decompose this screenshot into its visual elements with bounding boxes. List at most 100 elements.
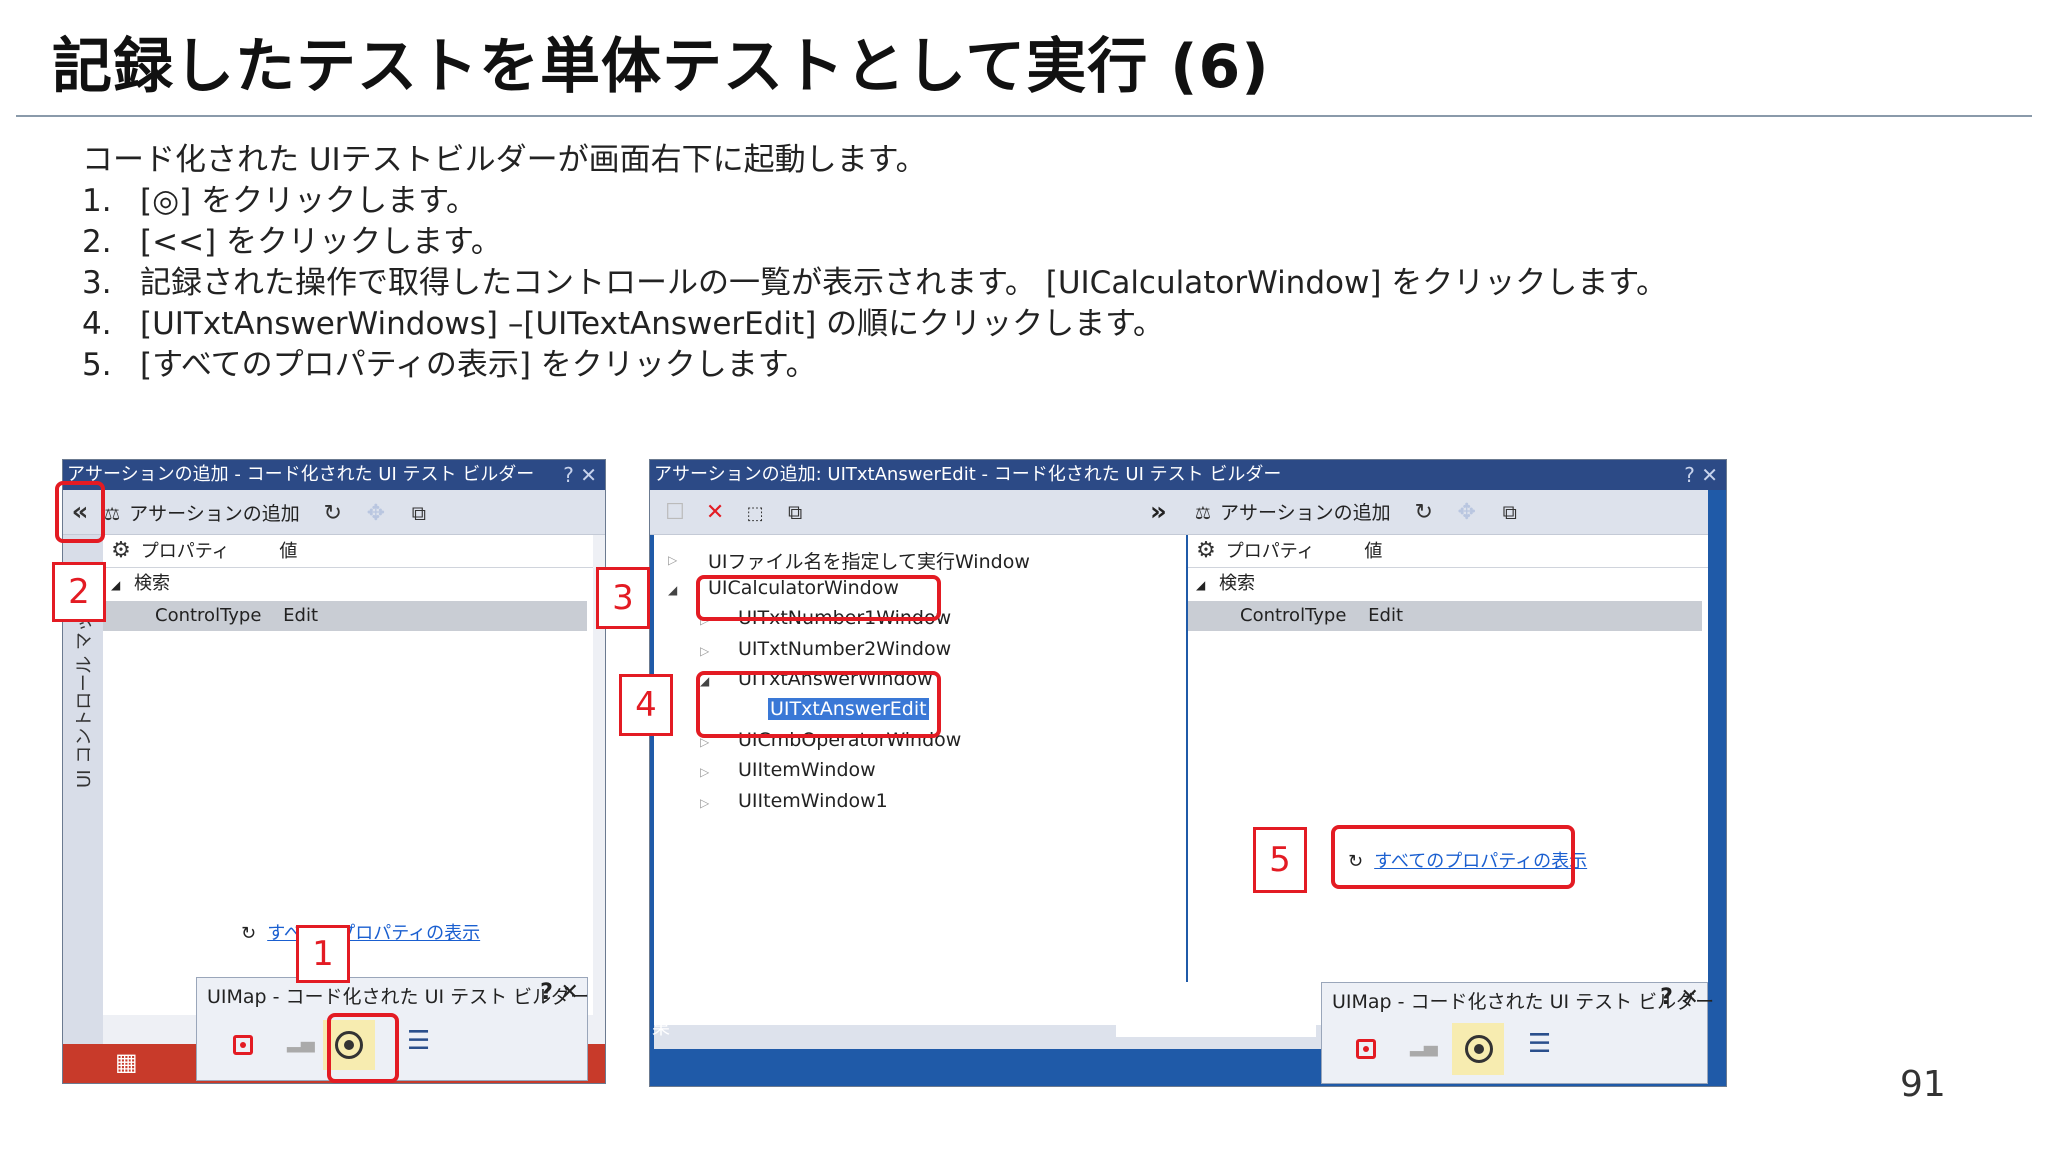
callout-3: 3: [596, 567, 650, 629]
record-icon[interactable]: [1356, 1039, 1376, 1059]
step-number: 3.: [82, 265, 112, 301]
intro-text: コード化された UIテストビルダーが画面右下に起動します。: [82, 142, 927, 178]
target-icon[interactable]: [1465, 1035, 1493, 1063]
right-property-grid: ⚙ プロパティ 値 ◢ 検索 ControlType Edit ↻ すべてのプロ…: [1188, 535, 1708, 1025]
expand-triangle-icon[interactable]: ▷: [700, 765, 709, 779]
move-icon[interactable]: ✥: [356, 492, 396, 536]
step-item: 1. [◎] をクリックします。: [82, 181, 1667, 222]
right-window-title: アサーションの追加: UITxtAnswerEdit - コード化された UI …: [654, 464, 1282, 485]
copy-icon[interactable]: ⧉: [778, 490, 812, 534]
step-item: 2. [<<] をクリックします。: [82, 222, 1667, 263]
delete-icon[interactable]: ✕: [698, 491, 732, 535]
signal-bars-icon: ▂▄: [1410, 1036, 1438, 1057]
new-icon[interactable]: ☐: [658, 491, 692, 535]
callout-1: 1: [296, 925, 350, 983]
property-value: Edit: [1368, 605, 1404, 626]
collapse-triangle-icon: ◢: [1196, 578, 1206, 592]
tree-item-number2[interactable]: UITxtNumber2Window: [738, 638, 951, 660]
step-number: 5.: [82, 347, 112, 383]
property-name: ControlType: [1240, 605, 1347, 626]
tree-item-item-window1[interactable]: UIItemWindow1: [738, 790, 888, 812]
step-number: 2.: [82, 224, 112, 260]
expand-triangle-icon[interactable]: ▷: [700, 796, 709, 810]
step-text: [UITxtAnswerWindows] –[UITextAnswerEdit]…: [140, 306, 1165, 342]
uimap-help-close-icons[interactable]: ? ✕: [1660, 985, 1699, 1010]
refresh-icon[interactable]: ↻: [1407, 491, 1441, 535]
left-window-title: アサーションの追加 - コード化された UI テスト ビルダー: [67, 464, 535, 485]
step-item: 4. [UITxtAnswerWindows] –[UITextAnswerEdi…: [82, 304, 1667, 345]
callout-5: 5: [1253, 827, 1307, 893]
generate-code-icon[interactable]: ☰: [1528, 1029, 1551, 1059]
uimap-help-close-icons[interactable]: ? ✕: [540, 980, 579, 1005]
property-row[interactable]: ControlType Edit: [103, 601, 587, 631]
output-tab[interactable]: 果: [652, 1014, 670, 1040]
left-window-toolbar: « ⚖ アサーションの追加 ↻ ✥ ⧉: [63, 490, 605, 535]
search-group-row[interactable]: ◢ 検索: [1188, 569, 1708, 599]
copy-icon[interactable]: ⧉: [1493, 490, 1527, 534]
property-row[interactable]: ControlType Edit: [1188, 601, 1702, 631]
step-item: 3. 記録された操作で取得したコントロールの一覧が表示されます。 [UICalcu…: [82, 263, 1667, 304]
property-column-header: プロパティ: [1225, 541, 1315, 562]
group-search-label: 検索: [133, 573, 170, 594]
group-search-label: 検索: [1218, 573, 1255, 594]
step-text: 記録された操作で取得したコントロールの一覧が表示されます。 [UICalcula…: [140, 265, 1668, 301]
grid-app-icon[interactable]: ▦: [115, 1048, 138, 1076]
generate-code-icon[interactable]: ☰: [407, 1026, 430, 1056]
callout-2: 2: [52, 562, 106, 622]
value-column-header: 値: [279, 541, 298, 562]
highlight-answer-window: [696, 671, 941, 738]
right-window-toolbar: ☐ ✕ ⬚ ⧉ » ⚖ アサーションの追加 ↻ ✥ ⧉: [650, 490, 1708, 535]
highlight-calculator-window: [696, 575, 941, 621]
refresh-icon: ↻: [241, 923, 257, 944]
grid-header: ⚙ プロパティ 値: [103, 535, 593, 568]
window-help-close-icons[interactable]: ? ✕: [1684, 460, 1718, 490]
tree-item-item-window[interactable]: UIItemWindow: [738, 759, 876, 781]
assertion-toolbar-group: ⚖ アサーションの追加 ↻ ✥ ⧉: [1192, 490, 1527, 536]
collapse-triangle-icon: ◢: [111, 578, 121, 592]
gear-icon[interactable]: ⚙: [107, 535, 135, 567]
collapse-triangle-icon[interactable]: ◢: [668, 583, 677, 597]
signal-bars-icon: ▂▄: [287, 1032, 315, 1053]
uimap-title: UIMap - コード化された UI テスト ビルダー: [1332, 991, 1715, 1013]
highlight-collapse-button: [55, 481, 105, 543]
callout-4: 4: [619, 674, 673, 736]
left-window-titlebar: アサーションの追加 - コード化された UI テスト ビルダー ? ✕: [63, 460, 605, 490]
output-area: [1116, 982, 1316, 1037]
slide-title: 記録したテストを単体テストとして実行 (6): [52, 32, 1270, 102]
step-text: [◎] をクリックします。: [140, 183, 477, 219]
window-help-close-icons[interactable]: ? ✕: [563, 460, 597, 490]
add-assertion-button[interactable]: アサーションの追加: [129, 503, 300, 525]
right-uimap-toolbar: UIMap - コード化された UI テスト ビルダー ? ✕ ▂▄ ☰: [1321, 982, 1714, 1084]
highlight-target-button: [327, 1013, 399, 1083]
side-label: UI コントロール マップ: [74, 596, 95, 788]
right-window-titlebar: アサーションの追加: UITxtAnswerEdit - コード化された UI …: [650, 460, 1726, 490]
step-number: 1.: [82, 183, 112, 219]
search-group-row[interactable]: ◢ 検索: [103, 569, 593, 599]
expand-triangle-icon[interactable]: ▷: [668, 553, 677, 567]
value-column-header: 値: [1364, 541, 1383, 562]
expand-button[interactable]: »: [1150, 490, 1167, 534]
add-assertion-button[interactable]: アサーションの追加: [1220, 502, 1391, 524]
select-icon[interactable]: ⬚: [738, 492, 772, 536]
property-column-header: プロパティ: [140, 541, 230, 562]
tree-item-run-window[interactable]: UIファイル名を指定して実行Window: [708, 547, 1030, 574]
property-name: ControlType: [155, 605, 262, 626]
step-text: [すべてのプロパティの表示] をクリックします。: [140, 347, 817, 383]
move-icon[interactable]: ✥: [1447, 491, 1487, 535]
record-icon[interactable]: [233, 1035, 253, 1055]
property-value: Edit: [283, 605, 319, 626]
expand-triangle-icon[interactable]: ▷: [700, 644, 709, 658]
step-text: [<<] をクリックします。: [140, 224, 502, 260]
copy-icon[interactable]: ⧉: [402, 491, 436, 535]
show-all-properties[interactable]: ↻ すべてのプロパティの表示: [241, 919, 480, 945]
highlight-show-all-link: [1331, 825, 1575, 889]
gear-icon[interactable]: ⚙: [1192, 535, 1220, 567]
refresh-icon[interactable]: ↻: [316, 492, 350, 536]
instruction-list: コード化された UIテストビルダーが画面右下に起動します。 1. [◎] をクリッ…: [82, 140, 1667, 386]
uimap-title: UIMap - コード化された UI テスト ビルダー: [207, 986, 590, 1008]
assertion-icon: ⚖: [1194, 503, 1212, 524]
grid-header: ⚙ プロパティ 値: [1188, 535, 1708, 568]
step-item: 5. [すべてのプロパティの表示] をクリックします。: [82, 345, 1667, 386]
title-divider: [16, 115, 2032, 117]
page-number: 91: [1900, 1064, 1946, 1105]
